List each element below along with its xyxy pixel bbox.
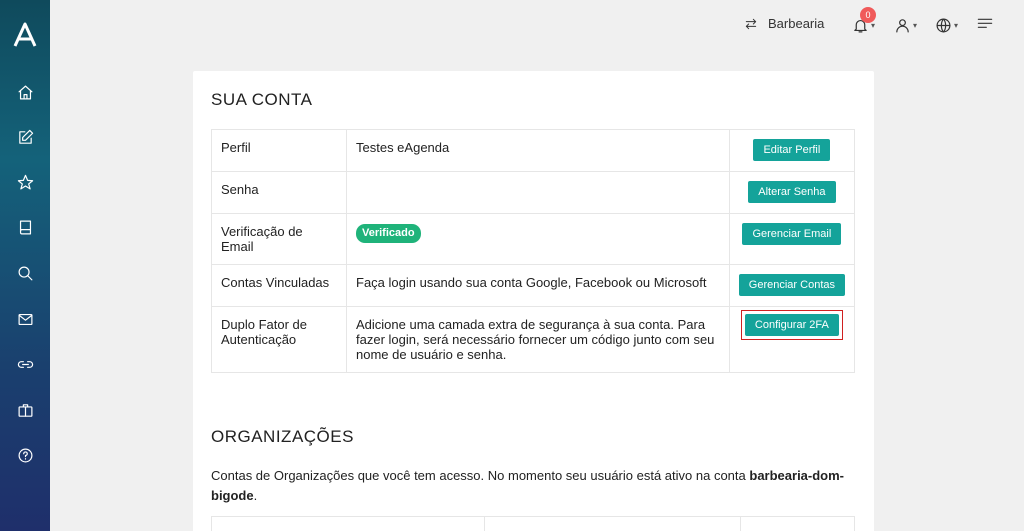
edit-icon — [16, 128, 34, 146]
row-label: Verificação de Email — [211, 213, 347, 265]
sidebar-item-help[interactable] — [16, 446, 34, 464]
highlight-box: Configurar 2FA — [740, 310, 843, 340]
row-value: Adicione uma camada extra de segurança à… — [346, 306, 730, 373]
menu-toggle-button[interactable] — [977, 17, 993, 31]
row-label: Duplo Fator de Autenticação — [211, 306, 347, 373]
link-icon — [16, 355, 34, 373]
row-label: Contas Vinculadas — [211, 264, 347, 307]
menu-icon — [977, 18, 993, 28]
user-icon — [896, 19, 909, 33]
sidebar-item-search[interactable] — [16, 264, 34, 282]
manage-accounts-button[interactable]: Gerenciar Contas — [738, 274, 845, 296]
organizations-table — [211, 516, 855, 531]
configure-2fa-button[interactable]: Configurar 2FA — [744, 314, 839, 336]
table-row: Duplo Fator de Autenticação Adicione uma… — [211, 306, 856, 373]
organizations-section-title: ORGANIZAÇÕES — [211, 427, 354, 446]
book-icon — [16, 218, 34, 236]
table-row: Contas Vinculadas Faça login usando sua … — [211, 264, 856, 307]
sidebar-item-briefcase[interactable] — [16, 401, 34, 419]
switch-organization-button[interactable]: Barbearia — [744, 16, 824, 31]
chevron-down-icon: ▾ — [871, 21, 876, 30]
briefcase-icon — [16, 401, 34, 419]
app-logo-icon[interactable] — [12, 22, 38, 48]
change-password-button[interactable]: Alterar Senha — [748, 181, 836, 203]
star-icon — [16, 173, 34, 191]
verified-badge: Verificado — [356, 224, 421, 243]
home-icon — [16, 83, 34, 101]
table-row: Perfil Testes eAgenda Editar Perfil — [211, 129, 856, 172]
globe-icon — [936, 18, 951, 33]
sidebar-item-mail[interactable] — [16, 310, 34, 328]
edit-profile-button[interactable]: Editar Perfil — [753, 139, 831, 161]
swap-icon — [745, 18, 757, 29]
sidebar-item-book[interactable] — [16, 218, 34, 236]
sidebar-item-home[interactable] — [16, 83, 34, 101]
top-bar: Barbearia 0 ▾ ▾ ▾ — [50, 0, 1024, 50]
account-section-title: SUA CONTA — [211, 90, 313, 109]
table-row: Senha Alterar Senha — [211, 171, 856, 214]
chevron-down-icon: ▾ — [913, 21, 918, 30]
help-icon — [16, 446, 34, 464]
row-value — [346, 171, 730, 214]
user-menu-button[interactable]: ▾ — [894, 17, 917, 34]
sidebar-item-edit[interactable] — [16, 128, 34, 146]
language-button[interactable]: ▾ — [935, 17, 958, 34]
account-card: SUA CONTA Perfil Testes eAgenda Editar P… — [193, 71, 874, 531]
row-value: Testes eAgenda — [346, 129, 730, 172]
sidebar-item-favorites[interactable] — [16, 173, 34, 191]
manage-email-button[interactable]: Gerenciar Email — [742, 223, 842, 245]
organizations-description: Contas de Organizações que você tem aces… — [211, 468, 845, 503]
search-icon — [16, 264, 34, 282]
row-label: Perfil — [211, 129, 347, 172]
chevron-down-icon: ▾ — [954, 21, 959, 30]
table-row: Verificação de Email Verificado Gerencia… — [211, 213, 856, 265]
row-value: Faça login usando sua conta Google, Face… — [346, 264, 730, 307]
notification-count-badge: 0 — [860, 7, 876, 23]
mail-icon — [16, 310, 34, 328]
notifications-button[interactable]: 0 ▾ — [852, 7, 876, 34]
sidebar-item-link[interactable] — [16, 355, 34, 373]
account-table: Perfil Testes eAgenda Editar Perfil Senh… — [211, 129, 856, 373]
organization-name: Barbearia — [768, 16, 825, 31]
row-label: Senha — [211, 171, 347, 214]
